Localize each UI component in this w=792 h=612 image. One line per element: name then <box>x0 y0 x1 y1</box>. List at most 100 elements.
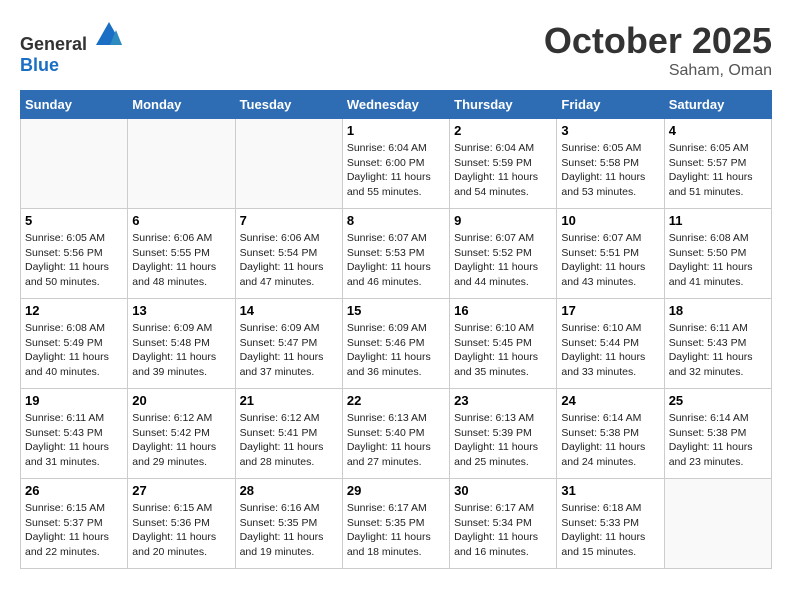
cell-info: Sunrise: 6:06 AM Sunset: 5:55 PM Dayligh… <box>132 231 230 290</box>
table-row: 5Sunrise: 6:05 AM Sunset: 5:56 PM Daylig… <box>21 209 128 299</box>
table-row: 11 Sunrise: 6:08 AM Sunset: 5:50 PM Dayli… <box>664 209 771 299</box>
cell-info: Sunrise: 6:16 AM Sunset: 5:35 PM Dayligh… <box>240 501 338 560</box>
day-number: 10 <box>561 213 659 228</box>
cell-info: Sunrise: 6:12 AM Sunset: 5:41 PM Dayligh… <box>240 411 338 470</box>
table-row: 27 Sunrise: 6:15 AM Sunset: 5:36 PM Dayli… <box>128 479 235 569</box>
cell-info: Sunrise: 6:14 AM Sunset: 5:38 PM Dayligh… <box>669 411 767 470</box>
day-number: 23 <box>454 393 552 408</box>
day-number: 24 <box>561 393 659 408</box>
table-row: 12 Sunrise: 6:08 AM Sunset: 5:49 PM Dayli… <box>21 299 128 389</box>
cell-info: Sunrise: 6:05 AM Sunset: 5:58 PM Dayligh… <box>561 141 659 200</box>
calendar-week-row: 5Sunrise: 6:05 AM Sunset: 5:56 PM Daylig… <box>21 209 772 299</box>
table-row: 9Sunrise: 6:07 AM Sunset: 5:52 PM Daylig… <box>450 209 557 299</box>
table-row: 16Sunrise: 6:10 AM Sunset: 5:45 PM Dayli… <box>450 299 557 389</box>
calendar-week-row: 26 Sunrise: 6:15 AM Sunset: 5:37 PM Dayli… <box>21 479 772 569</box>
day-number: 17 <box>561 303 659 318</box>
day-number: 30 <box>454 483 552 498</box>
cell-info: Sunrise: 6:04 AM Sunset: 5:59 PM Dayligh… <box>454 141 552 200</box>
logo-text: General Blue <box>20 20 124 76</box>
logo: General Blue <box>20 20 124 76</box>
page-header: General Blue October 2025 Saham, Oman <box>20 20 772 80</box>
cell-info: Sunrise: 6:17 AM Sunset: 5:35 PM Dayligh… <box>347 501 445 560</box>
day-number: 4 <box>669 123 767 138</box>
col-friday: Friday <box>557 91 664 119</box>
cell-info: Sunrise: 6:08 AM Sunset: 5:49 PM Dayligh… <box>25 321 123 380</box>
title-block: October 2025 Saham, Oman <box>544 20 772 80</box>
table-row: 17 Sunrise: 6:10 AM Sunset: 5:44 PM Dayli… <box>557 299 664 389</box>
logo-icon <box>94 20 124 50</box>
day-number: 13 <box>132 303 230 318</box>
table-row: 24 Sunrise: 6:14 AM Sunset: 5:38 PM Dayli… <box>557 389 664 479</box>
day-number: 27 <box>132 483 230 498</box>
cell-info: Sunrise: 6:09 AM Sunset: 5:48 PM Dayligh… <box>132 321 230 380</box>
table-row: 14Sunrise: 6:09 AM Sunset: 5:47 PM Dayli… <box>235 299 342 389</box>
cell-info: Sunrise: 6:07 AM Sunset: 5:52 PM Dayligh… <box>454 231 552 290</box>
cell-info: Sunrise: 6:05 AM Sunset: 5:56 PM Dayligh… <box>25 231 123 290</box>
table-row: 23 Sunrise: 6:13 AM Sunset: 5:39 PM Dayli… <box>450 389 557 479</box>
calendar-header-row: Sunday Monday Tuesday Wednesday Thursday… <box>21 91 772 119</box>
cell-info: Sunrise: 6:08 AM Sunset: 5:50 PM Dayligh… <box>669 231 767 290</box>
day-number: 25 <box>669 393 767 408</box>
table-row: 21Sunrise: 6:12 AM Sunset: 5:41 PM Dayli… <box>235 389 342 479</box>
cell-info: Sunrise: 6:18 AM Sunset: 5:33 PM Dayligh… <box>561 501 659 560</box>
month-title: October 2025 <box>544 20 772 62</box>
table-row: 28 Sunrise: 6:16 AM Sunset: 5:35 PM Dayli… <box>235 479 342 569</box>
cell-info: Sunrise: 6:11 AM Sunset: 5:43 PM Dayligh… <box>25 411 123 470</box>
day-number: 29 <box>347 483 445 498</box>
cell-info: Sunrise: 6:13 AM Sunset: 5:40 PM Dayligh… <box>347 411 445 470</box>
cell-info: Sunrise: 6:10 AM Sunset: 5:45 PM Dayligh… <box>454 321 552 380</box>
cell-info: Sunrise: 6:14 AM Sunset: 5:38 PM Dayligh… <box>561 411 659 470</box>
cell-info: Sunrise: 6:15 AM Sunset: 5:36 PM Dayligh… <box>132 501 230 560</box>
table-row: 19 Sunrise: 6:11 AM Sunset: 5:43 PM Dayli… <box>21 389 128 479</box>
table-row: 29 Sunrise: 6:17 AM Sunset: 5:35 PM Dayli… <box>342 479 449 569</box>
day-number: 12 <box>25 303 123 318</box>
table-row: 2 Sunrise: 6:04 AM Sunset: 5:59 PM Daylig… <box>450 119 557 209</box>
cell-info: Sunrise: 6:10 AM Sunset: 5:44 PM Dayligh… <box>561 321 659 380</box>
day-number: 11 <box>669 213 767 228</box>
table-row <box>21 119 128 209</box>
table-row <box>128 119 235 209</box>
location: Saham, Oman <box>544 62 772 80</box>
day-number: 19 <box>25 393 123 408</box>
table-row: 20Sunrise: 6:12 AM Sunset: 5:42 PM Dayli… <box>128 389 235 479</box>
table-row: 26 Sunrise: 6:15 AM Sunset: 5:37 PM Dayli… <box>21 479 128 569</box>
cell-info: Sunrise: 6:07 AM Sunset: 5:51 PM Dayligh… <box>561 231 659 290</box>
cell-info: Sunrise: 6:15 AM Sunset: 5:37 PM Dayligh… <box>25 501 123 560</box>
table-row: 7 Sunrise: 6:06 AM Sunset: 5:54 PM Daylig… <box>235 209 342 299</box>
table-row: 18Sunrise: 6:11 AM Sunset: 5:43 PM Dayli… <box>664 299 771 389</box>
day-number: 15 <box>347 303 445 318</box>
cell-info: Sunrise: 6:13 AM Sunset: 5:39 PM Dayligh… <box>454 411 552 470</box>
cell-info: Sunrise: 6:07 AM Sunset: 5:53 PM Dayligh… <box>347 231 445 290</box>
day-number: 2 <box>454 123 552 138</box>
day-number: 8 <box>347 213 445 228</box>
cell-info: Sunrise: 6:12 AM Sunset: 5:42 PM Dayligh… <box>132 411 230 470</box>
calendar-week-row: 12 Sunrise: 6:08 AM Sunset: 5:49 PM Dayli… <box>21 299 772 389</box>
col-wednesday: Wednesday <box>342 91 449 119</box>
cell-info: Sunrise: 6:05 AM Sunset: 5:57 PM Dayligh… <box>669 141 767 200</box>
calendar-week-row: 1Sunrise: 6:04 AM Sunset: 6:00 PM Daylig… <box>21 119 772 209</box>
table-row: 22 Sunrise: 6:13 AM Sunset: 5:40 PM Dayli… <box>342 389 449 479</box>
table-row: 8 Sunrise: 6:07 AM Sunset: 5:53 PM Daylig… <box>342 209 449 299</box>
col-monday: Monday <box>128 91 235 119</box>
day-number: 7 <box>240 213 338 228</box>
day-number: 31 <box>561 483 659 498</box>
cell-info: Sunrise: 6:06 AM Sunset: 5:54 PM Dayligh… <box>240 231 338 290</box>
table-row: 13 Sunrise: 6:09 AM Sunset: 5:48 PM Dayli… <box>128 299 235 389</box>
table-row: 3 Sunrise: 6:05 AM Sunset: 5:58 PM Daylig… <box>557 119 664 209</box>
table-row: 30 Sunrise: 6:17 AM Sunset: 5:34 PM Dayli… <box>450 479 557 569</box>
col-sunday: Sunday <box>21 91 128 119</box>
day-number: 28 <box>240 483 338 498</box>
day-number: 1 <box>347 123 445 138</box>
col-tuesday: Tuesday <box>235 91 342 119</box>
cell-info: Sunrise: 6:09 AM Sunset: 5:47 PM Dayligh… <box>240 321 338 380</box>
cell-info: Sunrise: 6:17 AM Sunset: 5:34 PM Dayligh… <box>454 501 552 560</box>
day-number: 18 <box>669 303 767 318</box>
table-row: 15 Sunrise: 6:09 AM Sunset: 5:46 PM Dayli… <box>342 299 449 389</box>
day-number: 3 <box>561 123 659 138</box>
day-number: 22 <box>347 393 445 408</box>
table-row: 31 Sunrise: 6:18 AM Sunset: 5:33 PM Dayli… <box>557 479 664 569</box>
table-row: 10 Sunrise: 6:07 AM Sunset: 5:51 PM Dayli… <box>557 209 664 299</box>
cell-info: Sunrise: 6:09 AM Sunset: 5:46 PM Dayligh… <box>347 321 445 380</box>
day-number: 26 <box>25 483 123 498</box>
table-row <box>235 119 342 209</box>
